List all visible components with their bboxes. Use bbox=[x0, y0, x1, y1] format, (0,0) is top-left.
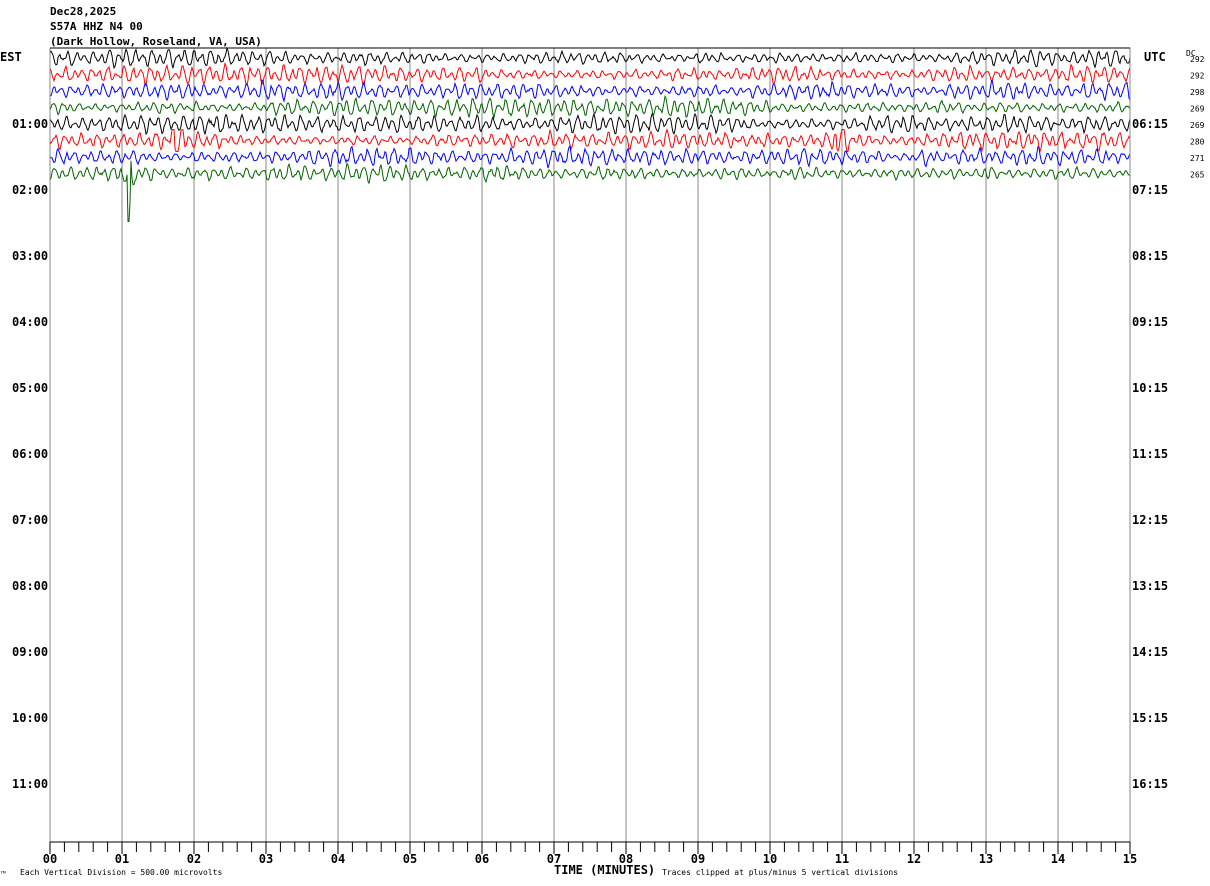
dc-value: 265 bbox=[1190, 171, 1205, 180]
helicorder-chart: 00 01 02 03 04 05 06 07 08 09 10 11 12 13 14 15 01:00 06… bbox=[0, 5, 1205, 879]
utc-hour-label: 09:15 bbox=[1132, 315, 1168, 329]
x-tick-label: 02 bbox=[187, 852, 201, 866]
dc-label: DC bbox=[1186, 49, 1196, 58]
x-tick-label: 05 bbox=[403, 852, 417, 866]
utc-hour-label: 07:15 bbox=[1132, 183, 1168, 197]
x-tick-label: 06 bbox=[475, 852, 489, 866]
utc-hour-label: 08:15 bbox=[1132, 249, 1168, 263]
utc-hour-label: 16:15 bbox=[1132, 777, 1168, 791]
x-axis-title: TIME (MINUTES) bbox=[554, 863, 655, 877]
x-tick-label: 10 bbox=[763, 852, 777, 866]
dc-values: 292292298269269280271265 bbox=[1190, 55, 1205, 180]
trace-line-1 bbox=[49, 61, 1131, 87]
est-hour-label: 04:00 bbox=[12, 315, 48, 329]
trace-line-4 bbox=[49, 112, 1131, 136]
dc-value: 280 bbox=[1190, 138, 1205, 147]
dc-value: 271 bbox=[1190, 154, 1205, 163]
x-tick-label: 13 bbox=[979, 852, 993, 866]
est-hour-label: 09:00 bbox=[12, 645, 48, 659]
x-tick-label: 12 bbox=[907, 852, 921, 866]
dc-value: 269 bbox=[1190, 105, 1205, 114]
x-tick-label: 09 bbox=[691, 852, 705, 866]
trace-line-2 bbox=[49, 79, 1131, 103]
est-hour-label: 03:00 bbox=[12, 249, 48, 263]
est-hour-label: 07:00 bbox=[12, 513, 48, 527]
trace-line-6 bbox=[49, 144, 1131, 169]
dc-value: 292 bbox=[1190, 72, 1205, 81]
utc-label: UTC bbox=[1144, 50, 1166, 64]
header-date: Dec28,2025 bbox=[50, 5, 116, 18]
plot-frame bbox=[49, 47, 1131, 843]
trace-line-3 bbox=[49, 95, 1131, 119]
est-hour-label: 10:00 bbox=[12, 711, 48, 725]
utc-hour-label: 13:15 bbox=[1132, 579, 1168, 593]
utc-hour-label: 14:15 bbox=[1132, 645, 1168, 659]
utc-hour-label: 15:15 bbox=[1132, 711, 1168, 725]
dc-value: 298 bbox=[1190, 88, 1205, 97]
dc-value: 269 bbox=[1190, 121, 1205, 130]
header-location: (Dark Hollow, Roseland, VA, USA) bbox=[50, 35, 262, 48]
clip-note: Traces clipped at plus/minus 5 vertical … bbox=[662, 868, 898, 877]
utc-hour-label: 12:15 bbox=[1132, 513, 1168, 527]
x-tick-label: 04 bbox=[331, 852, 345, 866]
utc-hour-label: 10:15 bbox=[1132, 381, 1168, 395]
trace-line-7 bbox=[49, 160, 1131, 222]
est-hour-label: 02:00 bbox=[12, 183, 48, 197]
trace-line-5 bbox=[49, 128, 1131, 154]
utc-hour-label: 11:15 bbox=[1132, 447, 1168, 461]
est-hour-label: 08:00 bbox=[12, 579, 48, 593]
utc-hour-label: 06:15 bbox=[1132, 117, 1168, 131]
x-tick-label: 14 bbox=[1051, 852, 1065, 866]
header-station: S57A HHZ N4 00 bbox=[50, 20, 143, 33]
seismic-traces bbox=[49, 46, 1131, 222]
x-tick-label: 15 bbox=[1123, 852, 1137, 866]
est-hour-label: 06:00 bbox=[12, 447, 48, 461]
est-hour-label: 01:00 bbox=[12, 117, 48, 131]
minute-gridlines bbox=[121, 48, 1059, 842]
trace-line-0 bbox=[49, 46, 1131, 70]
est-label: EST bbox=[0, 50, 22, 64]
scale-note: Each Vertical Division = 500.00 microvol… bbox=[20, 868, 222, 877]
x-tick-label: 11 bbox=[835, 852, 849, 866]
x-tick-label: 03 bbox=[259, 852, 273, 866]
corner-mark: ™ bbox=[0, 870, 6, 879]
x-tick-label: 00 bbox=[43, 852, 57, 866]
est-hour-label: 11:00 bbox=[12, 777, 48, 791]
x-tick-label: 01 bbox=[115, 852, 129, 866]
hour-labels: 01:00 06:15 02:00 07:15 03:00 08:15 04:00 09:15… bbox=[12, 117, 1168, 791]
est-hour-label: 05:00 bbox=[12, 381, 48, 395]
